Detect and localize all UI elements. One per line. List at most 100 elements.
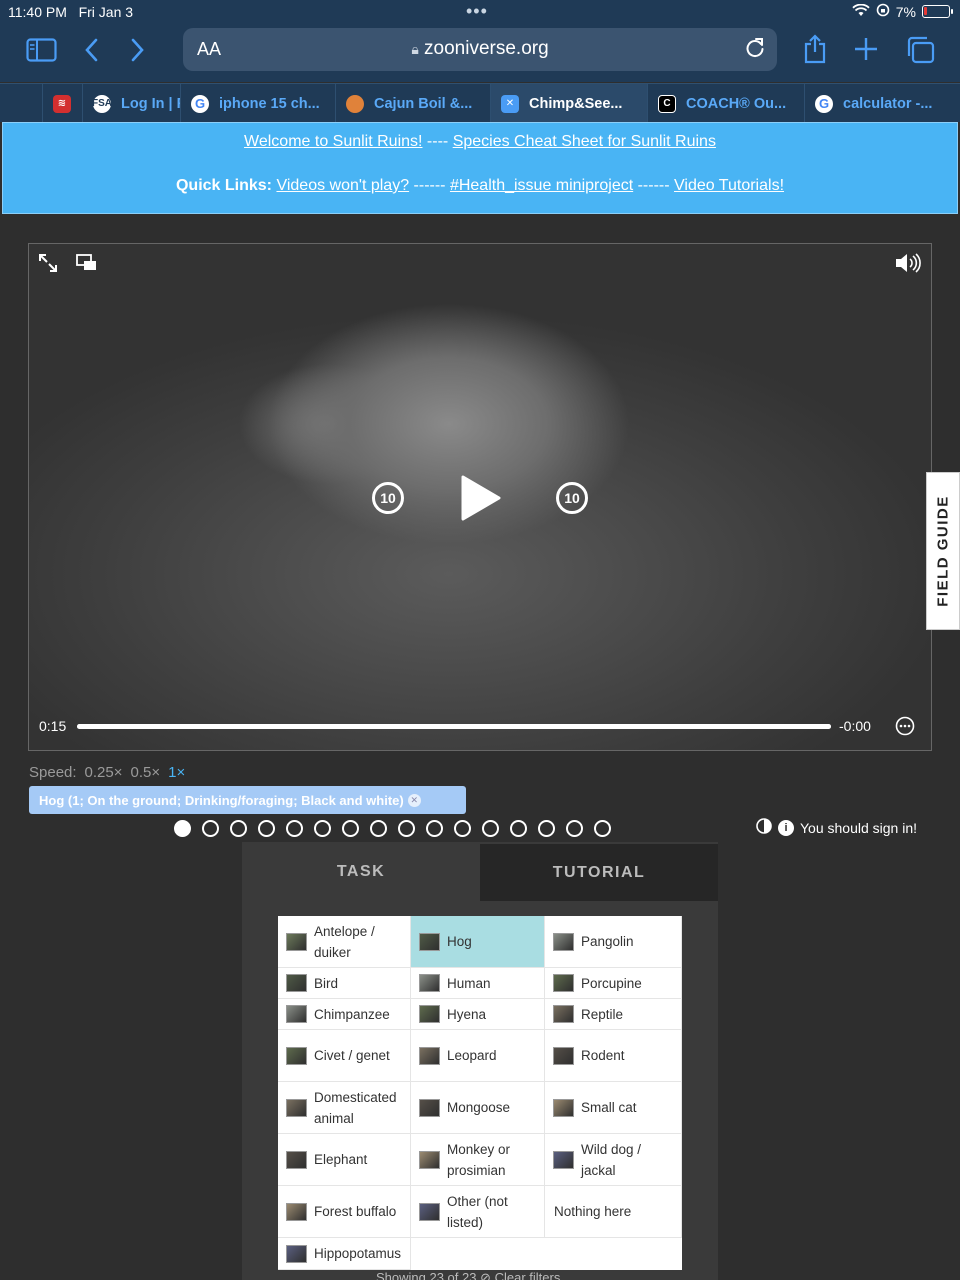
- welcome-link[interactable]: Welcome to Sunlit Ruins!: [244, 133, 422, 150]
- skip-forward-icon[interactable]: 10: [556, 482, 588, 514]
- play-icon[interactable]: [459, 474, 501, 527]
- skip-back-icon[interactable]: 10: [372, 482, 404, 514]
- url-domain[interactable]: 🔒︎ zooniverse.org: [183, 38, 777, 60]
- species-option[interactable]: Hog: [411, 916, 545, 968]
- species-option[interactable]: Pangolin: [545, 916, 682, 968]
- picture-in-picture-icon[interactable]: [76, 254, 98, 277]
- speed-option-0.25[interactable]: 0.25×: [85, 764, 123, 781]
- remove-annotation-icon[interactable]: ✕: [407, 793, 421, 807]
- battery-percent: 7%: [895, 3, 916, 20]
- pager-dot[interactable]: [454, 820, 471, 837]
- pager-dot[interactable]: [174, 820, 191, 837]
- new-tab-icon[interactable]: [854, 37, 878, 65]
- species-option[interactable]: Domesticated animal: [278, 1082, 411, 1134]
- species-option[interactable]: Wild dog / jackal: [545, 1134, 682, 1186]
- pager-dot[interactable]: [482, 820, 499, 837]
- species-option[interactable]: Antelope / duiker: [278, 916, 411, 968]
- volume-icon[interactable]: [894, 252, 922, 279]
- announcement-banner: Welcome to Sunlit Ruins! ---- Species Ch…: [2, 122, 958, 214]
- video-tutorials-link[interactable]: Video Tutorials!: [674, 177, 784, 194]
- address-bar[interactable]: AA 🔒︎ zooniverse.org: [183, 28, 777, 71]
- pager-dot[interactable]: [566, 820, 583, 837]
- signin-notice: i You should sign in!: [756, 818, 917, 837]
- species-option[interactable]: Small cat: [545, 1082, 682, 1134]
- speed-option-0.5[interactable]: 0.5×: [131, 764, 161, 781]
- species-option[interactable]: Forest buffalo: [278, 1186, 411, 1238]
- more-options-icon[interactable]: [895, 716, 915, 741]
- battery-icon: [922, 5, 953, 18]
- favicon-icon: ✕: [501, 94, 519, 113]
- species-option[interactable]: Nothing here: [545, 1186, 682, 1238]
- reload-icon[interactable]: [745, 36, 765, 64]
- progress-fill: [77, 724, 831, 729]
- progress-bar[interactable]: [77, 724, 831, 729]
- species-label: Leopard: [447, 1048, 497, 1063]
- species-option[interactable]: Chimpanzee: [278, 999, 411, 1030]
- species-thumbnail: [553, 974, 574, 992]
- pager-dot[interactable]: [426, 820, 443, 837]
- species-option[interactable]: Mongoose: [411, 1082, 545, 1134]
- species-option[interactable]: Reptile: [545, 999, 682, 1030]
- species-option[interactable]: Elephant: [278, 1134, 411, 1186]
- favicon-icon: [346, 94, 364, 113]
- species-thumbnail: [419, 1005, 440, 1023]
- species-label: Bird: [314, 975, 339, 991]
- species-option[interactable]: Hippopotamus: [278, 1238, 411, 1270]
- forward-icon[interactable]: [131, 38, 145, 66]
- tab-5[interactable]: C COACH® Ou...: [647, 84, 804, 123]
- tab-0[interactable]: ≋: [42, 84, 82, 123]
- species-label: Mongoose: [447, 1100, 511, 1115]
- species-option[interactable]: Leopard: [411, 1030, 545, 1082]
- theme-toggle-icon[interactable]: [756, 818, 772, 837]
- species-label: Civet / genet: [314, 1048, 390, 1063]
- info-icon[interactable]: i: [778, 819, 794, 836]
- species-option[interactable]: Human: [411, 968, 545, 999]
- species-label: Forest buffalo: [314, 1204, 397, 1219]
- tab-bar: ≋ FSA Log In | F G iphone 15 ch... Cajun…: [0, 83, 960, 123]
- cheat-sheet-link[interactable]: Species Cheat Sheet for Sunlit Ruins: [453, 133, 716, 150]
- pager-dot[interactable]: [510, 820, 527, 837]
- species-label: Chimpanzee: [314, 1006, 390, 1022]
- pager-dot[interactable]: [314, 820, 331, 837]
- multitask-dots-icon[interactable]: •••: [466, 1, 488, 22]
- field-guide-tab[interactable]: FIELD GUIDE: [926, 472, 960, 630]
- species-label: Porcupine: [581, 975, 642, 991]
- species-option[interactable]: Porcupine: [545, 968, 682, 999]
- tab-overview-icon[interactable]: [905, 36, 935, 68]
- species-thumbnail: [286, 1098, 307, 1117]
- tab-3[interactable]: Cajun Boil &...: [335, 84, 490, 123]
- species-option[interactable]: Other (not listed): [411, 1186, 545, 1238]
- back-icon[interactable]: [84, 38, 98, 66]
- species-label: Human: [447, 975, 491, 991]
- tab-6[interactable]: G calculator -...: [804, 84, 960, 123]
- videos-help-link[interactable]: Videos won't play?: [276, 177, 409, 194]
- speed-option-1[interactable]: 1×: [168, 764, 185, 781]
- species-thumbnail: [286, 1046, 307, 1065]
- annotation-chip[interactable]: Hog (1; On the ground; Drinking/foraging…: [29, 786, 466, 814]
- species-option[interactable]: Rodent: [545, 1030, 682, 1082]
- species-option[interactable]: Civet / genet: [278, 1030, 411, 1082]
- tab-1[interactable]: FSA Log In | F: [82, 84, 180, 123]
- tab-2[interactable]: G iphone 15 ch...: [180, 84, 335, 123]
- pager-dot[interactable]: [230, 820, 247, 837]
- video-player[interactable]: 10 10 0:15 -0:00: [28, 243, 932, 751]
- pager-dot[interactable]: [370, 820, 387, 837]
- sidebar-icon[interactable]: [26, 38, 57, 66]
- pager-dot[interactable]: [202, 820, 219, 837]
- pager-dot[interactable]: [594, 820, 611, 837]
- subject-pager: [174, 820, 611, 837]
- tab-4[interactable]: ✕ Chimp&See...: [490, 84, 647, 123]
- tab-tutorial[interactable]: TUTORIAL: [480, 842, 718, 901]
- pager-dot[interactable]: [342, 820, 359, 837]
- share-icon[interactable]: [803, 34, 827, 68]
- pager-dot[interactable]: [258, 820, 275, 837]
- species-option[interactable]: Hyena: [411, 999, 545, 1030]
- species-option[interactable]: Bird: [278, 968, 411, 999]
- health-issue-link[interactable]: #Health_issue miniproject: [450, 177, 633, 194]
- pager-dot[interactable]: [538, 820, 555, 837]
- pager-dot[interactable]: [398, 820, 415, 837]
- pager-dot[interactable]: [286, 820, 303, 837]
- fullscreen-icon[interactable]: [38, 253, 58, 278]
- tab-task[interactable]: TASK: [242, 842, 480, 901]
- species-option[interactable]: Monkey or prosimian: [411, 1134, 545, 1186]
